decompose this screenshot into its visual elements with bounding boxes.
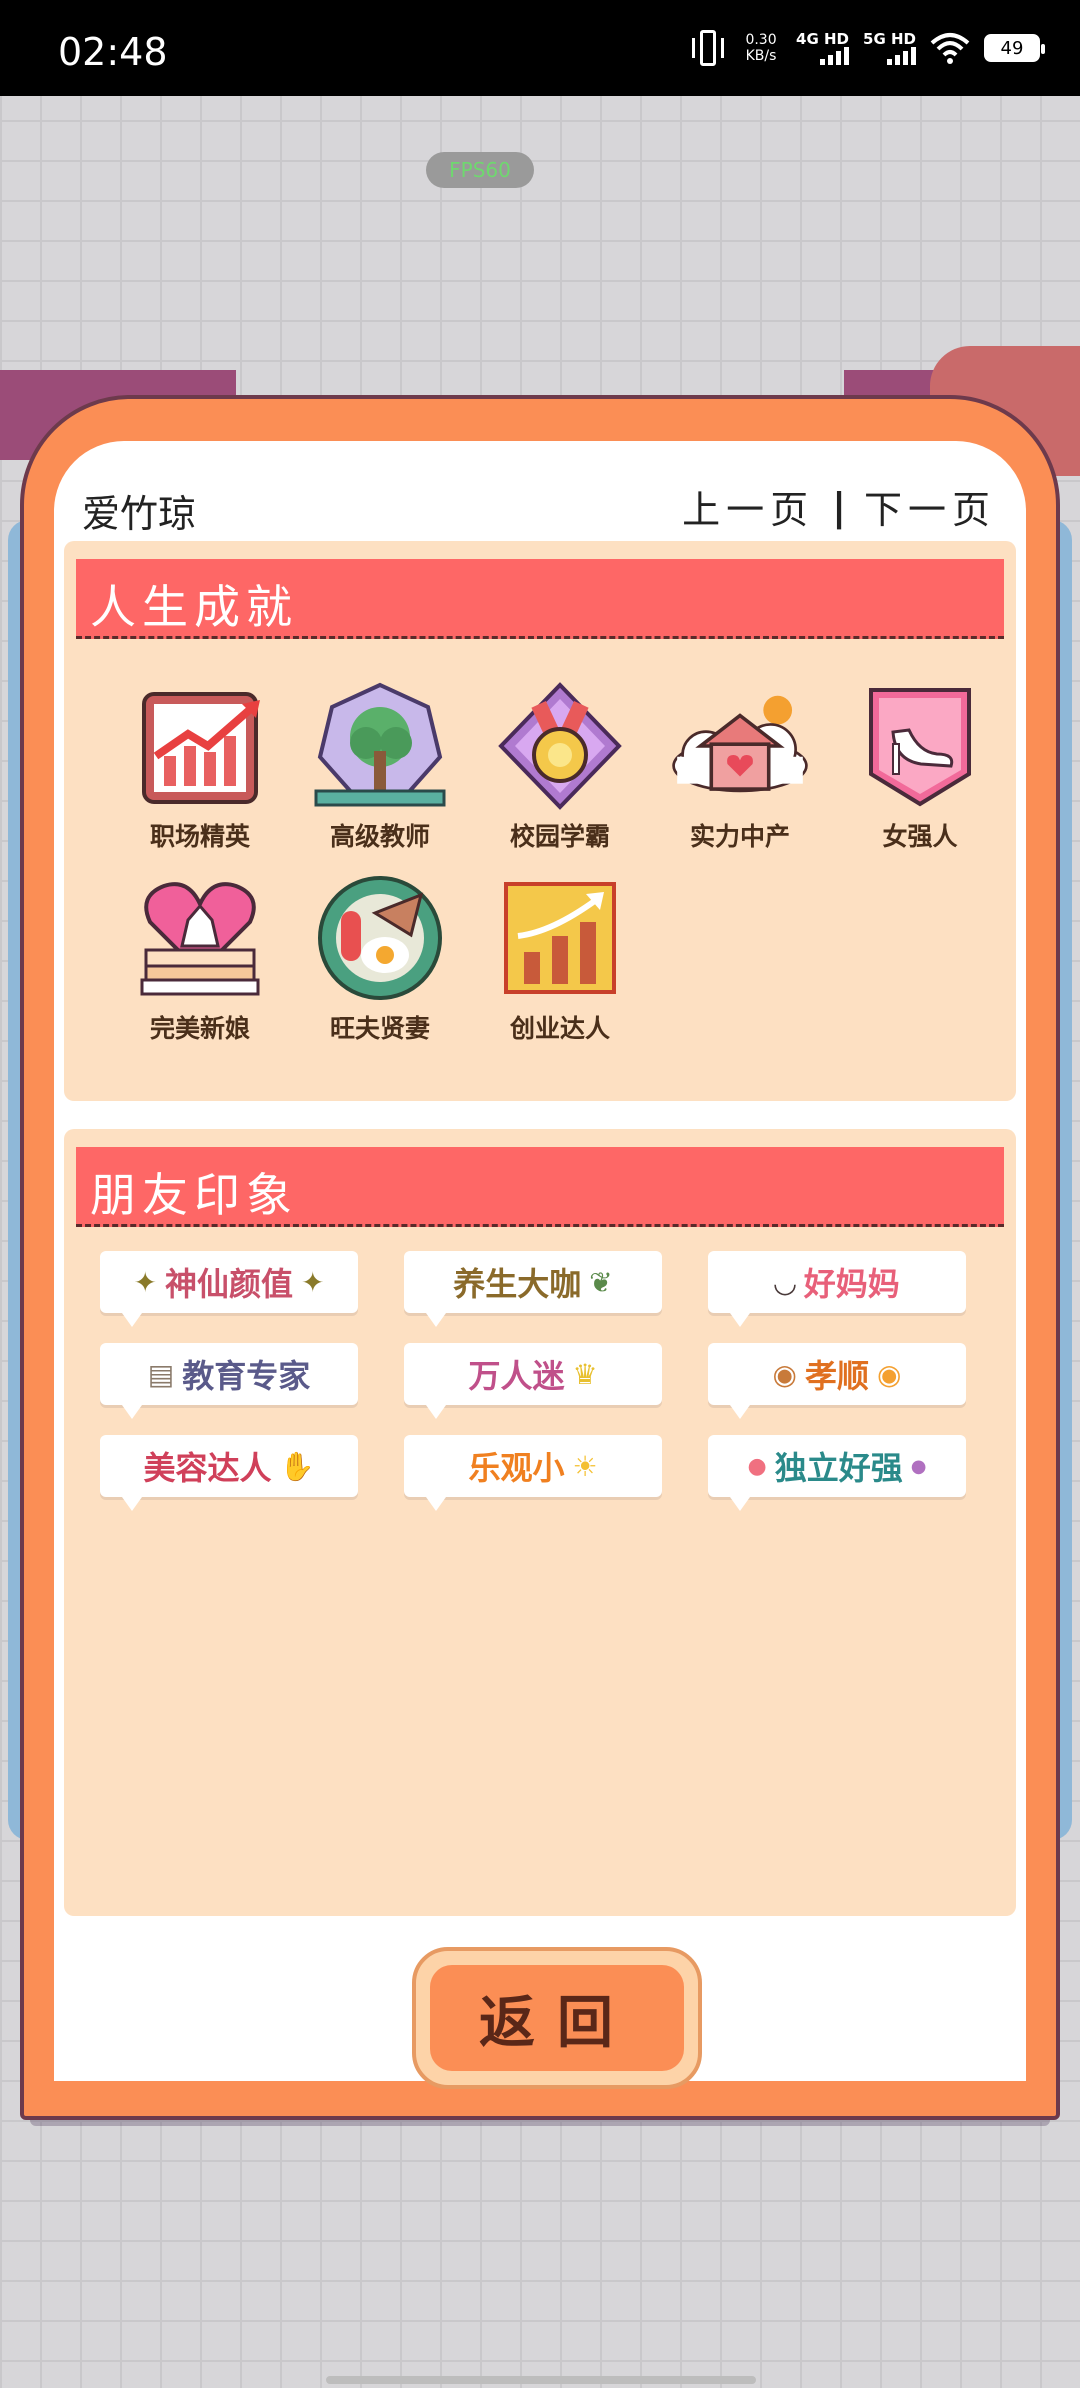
tree-book-icon bbox=[310, 681, 450, 811]
achievement-label: 职场精英 bbox=[149, 822, 250, 851]
sparkle-icon: ✦ bbox=[133, 1265, 157, 1299]
impression-tag: ▤ 教育专家 bbox=[100, 1343, 358, 1419]
status-bar: 02:48 0.30 KB/s 4G HD 5G HD 49 bbox=[0, 0, 1080, 96]
achievement-label: 创业达人 bbox=[509, 1014, 610, 1043]
cupcake-icon: ◉ bbox=[772, 1357, 797, 1391]
sim1-signal-icon: 4G HD bbox=[796, 31, 850, 65]
achievement-label: 旺夫贤妻 bbox=[329, 1014, 430, 1043]
impression-tag-text: 养生大咖 bbox=[453, 1265, 582, 1303]
status-time: 02:48 bbox=[58, 30, 168, 74]
leaf-icon: ❦ bbox=[589, 1265, 613, 1299]
book-icon: ▤ bbox=[147, 1357, 175, 1391]
impression-tag: 万人迷 ♛ bbox=[404, 1343, 662, 1419]
impression-tag-text: 万人迷 bbox=[468, 1357, 565, 1395]
achievement-item[interactable]: 创业达人 bbox=[470, 873, 650, 1045]
impression-tag-text: 独立好强 bbox=[774, 1449, 903, 1487]
impression-tag-text: 好妈妈 bbox=[803, 1265, 900, 1303]
page-navigation: 上一页 | 下一页 bbox=[682, 479, 996, 534]
impression-tag-text: 美容达人 bbox=[143, 1449, 272, 1487]
achievement-item[interactable]: 实力中产 bbox=[650, 681, 830, 853]
status-icons: 0.30 KB/s 4G HD 5G HD 49 bbox=[690, 26, 1045, 70]
impression-tag: 养生大咖 ❦ bbox=[404, 1251, 662, 1327]
wedding-cake-icon bbox=[130, 873, 270, 1003]
sparkle-icon: ✦ bbox=[301, 1265, 325, 1299]
achievement-label: 女强人 bbox=[882, 822, 958, 851]
return-button-label: 返回 bbox=[430, 1965, 684, 2071]
impression-tag-text: 神仙颜值 bbox=[164, 1265, 293, 1303]
friends-impressions-panel: 朋友印象 ✦ 神仙颜值 ✦ 养生大咖 ❦ ◡ 好妈妈 ▤ 教育专家 万人迷 ♛ … bbox=[64, 1129, 1016, 1916]
home-indicator[interactable] bbox=[326, 2376, 756, 2384]
hand-icon: ✋ bbox=[279, 1449, 315, 1483]
achievements-grid: 职场精英 高级教师 校园学霸 实力中产 女强人 完美新娘 旺夫贤妻 创业达人 bbox=[110, 681, 1010, 1045]
impression-tag: ◉ 孝顺 ◉ bbox=[708, 1343, 966, 1419]
dialog-content: 爱竹琼 上一页 | 下一页 人生成就 职场精英 高级教师 校园学霸 实力中产 女… bbox=[54, 441, 1026, 2089]
medal-icon bbox=[490, 681, 630, 811]
impression-tag-text: 乐观小 bbox=[468, 1449, 565, 1487]
egg-icon: ◉ bbox=[877, 1357, 902, 1391]
wifi-icon bbox=[930, 33, 970, 64]
friends-impressions-title: 朋友印象 bbox=[90, 1168, 298, 1222]
achievement-item[interactable]: 完美新娘 bbox=[110, 873, 290, 1045]
achievement-label: 校园学霸 bbox=[509, 822, 610, 851]
impression-tag-text: 孝顺 bbox=[804, 1357, 869, 1395]
impression-tag: 乐观小 ☀ bbox=[404, 1435, 662, 1511]
dinner-plate-icon bbox=[310, 873, 450, 1003]
achievements-header: 人生成就 bbox=[76, 559, 1004, 639]
return-button[interactable]: 返回 bbox=[412, 1947, 702, 2089]
achievement-label: 完美新娘 bbox=[149, 1014, 250, 1043]
next-page-button[interactable]: 下一页 bbox=[864, 479, 996, 534]
net-speed: 0.30 KB/s bbox=[745, 32, 777, 64]
player-name: 爱竹琼 bbox=[82, 492, 197, 536]
crown-icon: ♛ bbox=[572, 1357, 598, 1391]
achievement-label: 实力中产 bbox=[689, 822, 790, 851]
sim2-signal-icon: 5G HD bbox=[863, 31, 916, 65]
achievement-item[interactable]: 女强人 bbox=[830, 681, 1010, 853]
achievement-label: 高级教师 bbox=[329, 822, 430, 851]
page-nav-separator: | bbox=[832, 484, 846, 529]
impression-tag: ✦ 神仙颜值 ✦ bbox=[100, 1251, 358, 1327]
growth-bars-icon bbox=[490, 873, 630, 1003]
dot-icon: ● bbox=[910, 1455, 927, 1477]
sun-icon: ☀ bbox=[572, 1449, 598, 1483]
prev-page-button[interactable]: 上一页 bbox=[682, 479, 814, 534]
profile-dialog: 爱竹琼 上一页 | 下一页 人生成就 职场精英 高级教师 校园学霸 实力中产 女… bbox=[20, 395, 1060, 2120]
vibrate-icon bbox=[690, 28, 726, 68]
smile-icon: ◡ bbox=[774, 1265, 796, 1299]
house-cloud-icon bbox=[670, 681, 810, 811]
impression-tags: ✦ 神仙颜值 ✦ 养生大咖 ❦ ◡ 好妈妈 ▤ 教育专家 万人迷 ♛ ◉ 孝顺 … bbox=[100, 1251, 1000, 1511]
impression-tag: ◡ 好妈妈 bbox=[708, 1251, 966, 1327]
impression-tag: 美容达人 ✋ bbox=[100, 1435, 358, 1511]
achievement-item[interactable]: 高级教师 bbox=[290, 681, 470, 853]
career-chart-icon bbox=[130, 681, 270, 811]
high-heel-icon bbox=[850, 681, 990, 811]
fps-counter: FPS60 bbox=[426, 152, 534, 188]
achievement-item[interactable]: 职场精英 bbox=[110, 681, 290, 853]
dot-icon: ● bbox=[747, 1453, 767, 1479]
achievements-panel: 人生成就 职场精英 高级教师 校园学霸 实力中产 女强人 完美新娘 旺夫贤妻 创… bbox=[64, 541, 1016, 1101]
impression-tag: ● 独立好强 ● bbox=[708, 1435, 966, 1511]
impression-tag-text: 教育专家 bbox=[182, 1357, 311, 1395]
achievements-title: 人生成就 bbox=[90, 580, 298, 634]
achievement-item[interactable]: 旺夫贤妻 bbox=[290, 873, 470, 1045]
achievement-item[interactable]: 校园学霸 bbox=[470, 681, 650, 853]
battery-icon: 49 bbox=[984, 34, 1045, 62]
friends-impressions-header: 朋友印象 bbox=[76, 1147, 1004, 1227]
